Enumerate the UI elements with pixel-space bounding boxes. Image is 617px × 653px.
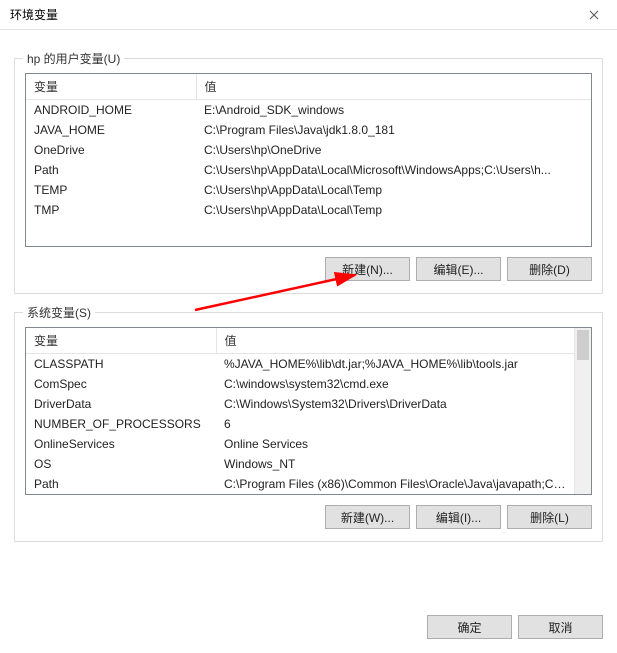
var-value-cell: Online Services [216,434,574,454]
system-variables-group: 系统变量(S) 变量 值 CLASSPATH%JAVA_HOME%\lib\dt… [14,312,603,542]
column-header-value[interactable]: 值 [216,328,574,354]
var-name-cell: DriverData [26,394,216,414]
table-row[interactable]: CLASSPATH%JAVA_HOME%\lib\dt.jar;%JAVA_HO… [26,354,574,375]
var-value-cell: E:\Android_SDK_windows [196,100,591,121]
table-row[interactable]: JAVA_HOMEC:\Program Files\Java\jdk1.8.0_… [26,120,591,140]
column-header-value[interactable]: 值 [196,74,591,100]
vertical-scrollbar[interactable] [574,328,591,494]
window-title: 环境变量 [10,6,58,23]
user-variables-group: hp 的用户变量(U) 变量 值 ANDROID_HOMEE:\Android_… [14,58,603,294]
user-variables-label: hp 的用户变量(U) [23,50,124,67]
var-name-cell: ANDROID_HOME [26,100,196,121]
var-value-cell: C:\Users\hp\AppData\Local\Temp [196,200,591,220]
table-row[interactable]: TEMPC:\Users\hp\AppData\Local\Temp [26,180,591,200]
table-row[interactable]: DriverDataC:\Windows\System32\Drivers\Dr… [26,394,574,414]
var-name-cell: TEMP [26,180,196,200]
var-value-cell: C:\Users\hp\OneDrive [196,140,591,160]
var-value-cell: C:\Program Files\Java\jdk1.8.0_181 [196,120,591,140]
var-name-cell: Path [26,160,196,180]
user-variables-table-wrap: 变量 值 ANDROID_HOMEE:\Android_SDK_windowsJ… [25,73,592,247]
column-header-name[interactable]: 变量 [26,74,196,100]
var-value-cell: C:\Program Files (x86)\Common Files\Orac… [216,474,574,494]
close-icon [589,10,599,20]
user-delete-button[interactable]: 删除(D) [507,257,592,281]
user-edit-button[interactable]: 编辑(E)... [416,257,501,281]
table-row[interactable]: TMPC:\Users\hp\AppData\Local\Temp [26,200,591,220]
system-variables-label: 系统变量(S) [23,304,95,321]
close-button[interactable] [579,5,609,25]
table-row[interactable]: OnlineServicesOnline Services [26,434,574,454]
system-variables-table-wrap: 变量 值 CLASSPATH%JAVA_HOME%\lib\dt.jar;%JA… [25,327,592,495]
var-value-cell: 6 [216,414,574,434]
dialog-content: hp 的用户变量(U) 变量 值 ANDROID_HOMEE:\Android_… [0,30,617,602]
system-variables-table[interactable]: 变量 值 CLASSPATH%JAVA_HOME%\lib\dt.jar;%JA… [26,328,574,494]
var-name-cell: Path [26,474,216,494]
var-name-cell: OS [26,454,216,474]
table-row[interactable]: PathC:\Users\hp\AppData\Local\Microsoft\… [26,160,591,180]
titlebar: 环境变量 [0,0,617,30]
var-value-cell: %JAVA_HOME%\lib\dt.jar;%JAVA_HOME%\lib\t… [216,354,574,375]
var-name-cell: OnlineServices [26,434,216,454]
table-row[interactable]: ComSpecC:\windows\system32\cmd.exe [26,374,574,394]
var-name-cell: NUMBER_OF_PROCESSORS [26,414,216,434]
table-row[interactable]: ANDROID_HOMEE:\Android_SDK_windows [26,100,591,121]
var-name-cell: ComSpec [26,374,216,394]
table-row[interactable]: OSWindows_NT [26,454,574,474]
system-edit-button[interactable]: 编辑(I)... [416,505,501,529]
var-name-cell: CLASSPATH [26,354,216,375]
user-new-button[interactable]: 新建(N)... [325,257,410,281]
table-row[interactable]: OneDriveC:\Users\hp\OneDrive [26,140,591,160]
system-delete-button[interactable]: 删除(L) [507,505,592,529]
dialog-footer: 确定 取消 [427,615,603,639]
var-value-cell: C:\windows\system32\cmd.exe [216,374,574,394]
var-value-cell: C:\Users\hp\AppData\Local\Microsoft\Wind… [196,160,591,180]
cancel-button[interactable]: 取消 [518,615,603,639]
user-buttons-row: 新建(N)... 编辑(E)... 删除(D) [25,257,592,281]
var-name-cell: OneDrive [26,140,196,160]
ok-button[interactable]: 确定 [427,615,512,639]
var-value-cell: C:\Users\hp\AppData\Local\Temp [196,180,591,200]
var-name-cell: TMP [26,200,196,220]
table-row[interactable]: NUMBER_OF_PROCESSORS6 [26,414,574,434]
column-header-name[interactable]: 变量 [26,328,216,354]
system-buttons-row: 新建(W)... 编辑(I)... 删除(L) [25,505,592,529]
system-new-button[interactable]: 新建(W)... [325,505,410,529]
var-name-cell: JAVA_HOME [26,120,196,140]
table-row[interactable]: PathC:\Program Files (x86)\Common Files\… [26,474,574,494]
scrollbar-thumb[interactable] [577,330,589,360]
var-value-cell: C:\Windows\System32\Drivers\DriverData [216,394,574,414]
var-value-cell: Windows_NT [216,454,574,474]
user-variables-table[interactable]: 变量 值 ANDROID_HOMEE:\Android_SDK_windowsJ… [26,74,591,220]
